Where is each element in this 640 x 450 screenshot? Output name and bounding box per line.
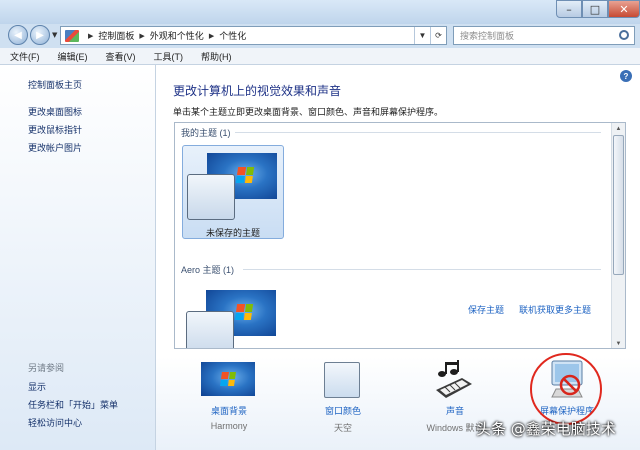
aero-theme-tile[interactable] (182, 283, 284, 348)
window-color-value: 天空 (333, 423, 352, 433)
close-button[interactable]: ✕ (608, 0, 640, 18)
maximize-button[interactable]: □ (582, 0, 608, 18)
menu-tools[interactable]: 工具(T) (144, 50, 192, 63)
glass-color-swatch (187, 174, 235, 220)
desktop-background-icon (201, 362, 255, 396)
address-bar[interactable]: ▶ 控制面板 ▶ 外观和个性化 ▶ 个性化 ▼ ⟳ (60, 26, 447, 45)
scroll-thumb[interactable] (613, 135, 624, 275)
forward-button[interactable]: ▶ (30, 25, 50, 45)
minimize-button[interactable]: – (556, 0, 582, 18)
see-also-heading: 另请参阅 (28, 363, 65, 373)
unsaved-theme-label: 未保存的主题 (205, 228, 260, 238)
back-arrow-icon: ◀ (14, 29, 22, 41)
page-subtitle: 单击某个主题立即更改桌面背景、窗口颜色、声音和屏幕保护程序。 (173, 107, 444, 117)
forward-arrow-icon: ▶ (36, 29, 44, 41)
control-panel-home-link[interactable]: 控制面板主页 (28, 78, 82, 91)
sounds-label[interactable]: 声音 (400, 404, 510, 417)
refresh-icon[interactable]: ⟳ (430, 27, 446, 44)
window-color-label[interactable]: 窗口颜色 (288, 404, 398, 417)
breadcrumb-arrow-icon[interactable]: ▶ (88, 32, 93, 40)
search-placeholder: 搜索控制面板 (460, 31, 515, 41)
theme-list-scrollbar[interactable]: ▲ ▼ (611, 123, 625, 348)
change-account-picture-link[interactable]: 更改帐户图片 (28, 141, 82, 154)
scroll-down-icon[interactable]: ▼ (612, 338, 625, 348)
windows-logo-icon (235, 167, 255, 183)
group-divider (243, 269, 601, 270)
get-more-themes-link[interactable]: 联机获取更多主题 (519, 303, 591, 316)
menu-bar: 文件(F) 编辑(E) 查看(V) 工具(T) 帮助(H) (0, 48, 640, 65)
watermark: 头条 @鑫荣电脑技术 (476, 420, 616, 438)
save-theme-link[interactable]: 保存主题 (468, 303, 504, 316)
theme-list: 我的主题 (1) 未保存的主题 保存主题 联机获取更多主题 Aero 主题 (1… (174, 122, 626, 349)
page-title: 更改计算机上的视觉效果和声音 (173, 84, 342, 98)
taskbar-start-menu-link[interactable]: 任务栏和「开始」菜单 (28, 398, 118, 411)
change-desktop-icons-link[interactable]: 更改桌面图标 (28, 105, 82, 118)
breadcrumb-arrow-icon[interactable]: ▶ (139, 32, 144, 40)
help-icon[interactable]: ? (620, 70, 632, 82)
ease-of-access-link[interactable]: 轻松访问中心 (28, 416, 82, 429)
recent-pages-dropdown[interactable]: ▼ (52, 31, 57, 39)
change-mouse-pointers-link[interactable]: 更改鼠标指针 (28, 123, 82, 136)
highlight-circle (530, 353, 602, 425)
desktop-background-value: Harmony (210, 421, 248, 431)
aero-themes-header[interactable]: Aero 主题 (1) (181, 263, 234, 276)
menu-file[interactable]: 文件(F) (0, 50, 48, 63)
window-color-icon (324, 362, 360, 398)
my-themes-header[interactable]: 我的主题 (1) (181, 126, 231, 139)
breadcrumb-arrow-icon[interactable]: ▶ (209, 32, 214, 40)
control-panel-icon (65, 29, 79, 42)
breadcrumb-appearance[interactable]: 外观和个性化 (150, 29, 204, 42)
display-link[interactable]: 显示 (28, 380, 46, 393)
address-dropdown-icon[interactable]: ▼ (414, 27, 430, 44)
search-icon[interactable] (619, 30, 629, 40)
search-input[interactable]: 搜索控制面板 (453, 26, 635, 45)
menu-edit[interactable]: 编辑(E) (48, 50, 96, 63)
unsaved-theme-tile[interactable]: 未保存的主题 (182, 145, 284, 239)
task-pane: 控制面板主页 更改桌面图标 更改鼠标指针 更改帐户图片 另请参阅 显示 任务栏和… (0, 65, 156, 450)
breadcrumb-personalization[interactable]: 个性化 (219, 29, 246, 42)
desktop-background-label[interactable]: 桌面背景 (174, 404, 284, 417)
glass-color-swatch (186, 311, 234, 348)
group-divider (235, 132, 601, 133)
menu-help[interactable]: 帮助(H) (191, 50, 240, 63)
scroll-up-icon[interactable]: ▲ (612, 123, 625, 135)
music-notes-icon (436, 360, 472, 398)
back-button[interactable]: ◀ (8, 25, 28, 45)
windows-logo-icon (234, 304, 254, 320)
breadcrumb-control-panel[interactable]: 控制面板 (98, 29, 134, 42)
navigation-bar: ◀ ▶ ▼ ▶ 控制面板 ▶ 外观和个性化 ▶ 个性化 ▼ ⟳ 搜索控制面板 (0, 22, 640, 48)
menu-view[interactable]: 查看(V) (96, 50, 144, 63)
title-bar (0, 0, 640, 24)
